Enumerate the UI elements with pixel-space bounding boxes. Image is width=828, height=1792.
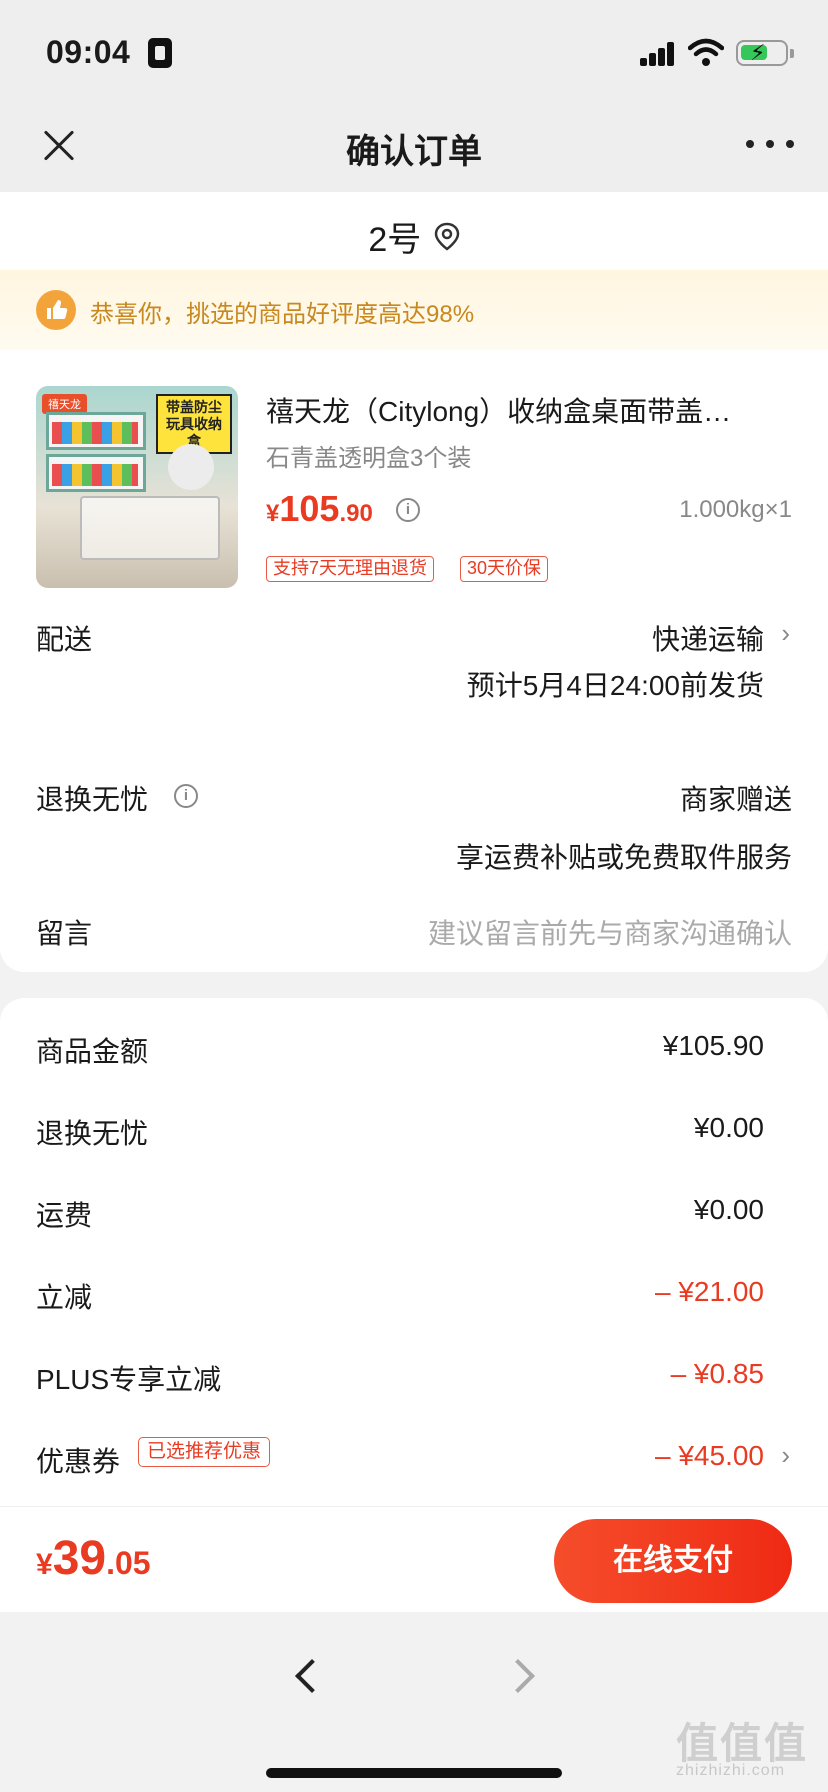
watermark-url: zhizhizhi.com	[676, 1762, 786, 1779]
status-bar: 09:04 ⚡	[0, 0, 828, 100]
clear-box-graphic	[80, 496, 220, 560]
product-price: ¥105.90	[266, 488, 373, 529]
cellular-signal-icon	[640, 42, 676, 66]
total-price: ¥39.05	[36, 1532, 151, 1585]
location-pin-icon	[434, 222, 459, 251]
coupon-value[interactable]: – ¥45.00	[655, 1440, 764, 1472]
forward-icon[interactable]	[501, 1659, 535, 1693]
product-image[interactable]: 禧天龙 带盖防尘 玩具收纳盒	[36, 386, 238, 588]
product-weight-quantity: 1.000kg×1	[679, 496, 792, 523]
praise-notice: 恭喜你，挑选的商品好评度高达98%	[0, 270, 828, 350]
nav-bar: 确认订单	[0, 100, 828, 192]
direct-discount-label: 立减	[36, 1282, 93, 1313]
address-selector[interactable]: 2号	[0, 192, 828, 270]
pay-online-button[interactable]: 在线支付	[554, 1519, 792, 1603]
toy-sheep-graphic	[168, 444, 214, 490]
direct-discount-value: – ¥21.00	[655, 1276, 764, 1307]
clock: 09:04	[46, 34, 131, 70]
battery-icon: ⚡	[736, 40, 794, 66]
product-card: 禧天龙 带盖防尘 玩具收纳盒 禧天龙（Citylong）收纳盒桌面带盖… 石青盖…	[0, 350, 828, 972]
info-icon[interactable]: i	[174, 784, 198, 808]
notice-text: 恭喜你，挑选的商品好评度高达98%	[90, 301, 475, 328]
checkout-bar: ¥39.05 在线支付	[0, 1506, 828, 1612]
browser-toolbar: 值值值 zhizhizhi.com	[0, 1612, 828, 1792]
goods-amount-value: ¥105.90	[662, 1030, 764, 1061]
delivery-estimate: 预计5月4日24:00前发货	[466, 670, 764, 701]
return-service-value: 商家赠送	[679, 784, 792, 815]
plus-discount-label: PLUS专享立减	[36, 1364, 222, 1395]
coupon-selected-tag: 已选推荐优惠	[138, 1437, 271, 1467]
message-input[interactable]: 建议留言前先与商家沟通确认	[428, 912, 792, 952]
product-title[interactable]: 禧天龙（Citylong）收纳盒桌面带盖…	[266, 390, 796, 430]
page-title: 确认订单	[346, 133, 482, 171]
price-summary: 商品金额 ¥105.90 退换无忧 ¥0.00 运费 ¥0.00 立减 – ¥2…	[0, 998, 828, 1518]
message-label: 留言	[36, 918, 93, 949]
return-fee-value: ¥0.00	[693, 1112, 764, 1143]
image-brand-label: 禧天龙	[42, 394, 87, 414]
plus-discount-value: – ¥0.85	[670, 1358, 764, 1389]
wifi-icon	[688, 38, 724, 66]
sim-card-icon	[148, 38, 172, 68]
info-icon[interactable]: i	[396, 498, 420, 522]
home-indicator[interactable]	[266, 1768, 562, 1778]
address-text: 2号	[368, 221, 422, 259]
return-service-label: 退换无忧	[36, 784, 149, 815]
back-icon[interactable]	[295, 1659, 329, 1693]
return-service-desc: 享运费补贴或免费取件服务	[455, 842, 792, 873]
chevron-right-icon[interactable]: ›	[781, 1440, 790, 1471]
product-spec: 石青盖透明盒3个装	[266, 445, 472, 472]
delivery-label: 配送	[36, 624, 93, 655]
blocks-graphic	[52, 422, 138, 444]
return-fee-label: 退换无忧	[36, 1118, 149, 1149]
price-protection-tag: 30天价保	[460, 556, 549, 582]
blocks-graphic	[52, 464, 138, 486]
freight-value: ¥0.00	[693, 1194, 764, 1225]
thumbs-up-icon	[36, 290, 76, 330]
chevron-right-icon[interactable]: ›	[781, 618, 790, 649]
return-policy-tag: 支持7天无理由退货	[266, 556, 435, 582]
goods-amount-label: 商品金额	[36, 1036, 149, 1067]
more-icon[interactable]	[744, 132, 796, 156]
freight-label: 运费	[36, 1200, 93, 1231]
delivery-method[interactable]: 快递运输	[652, 618, 764, 658]
coupon-label: 优惠券	[36, 1446, 121, 1477]
